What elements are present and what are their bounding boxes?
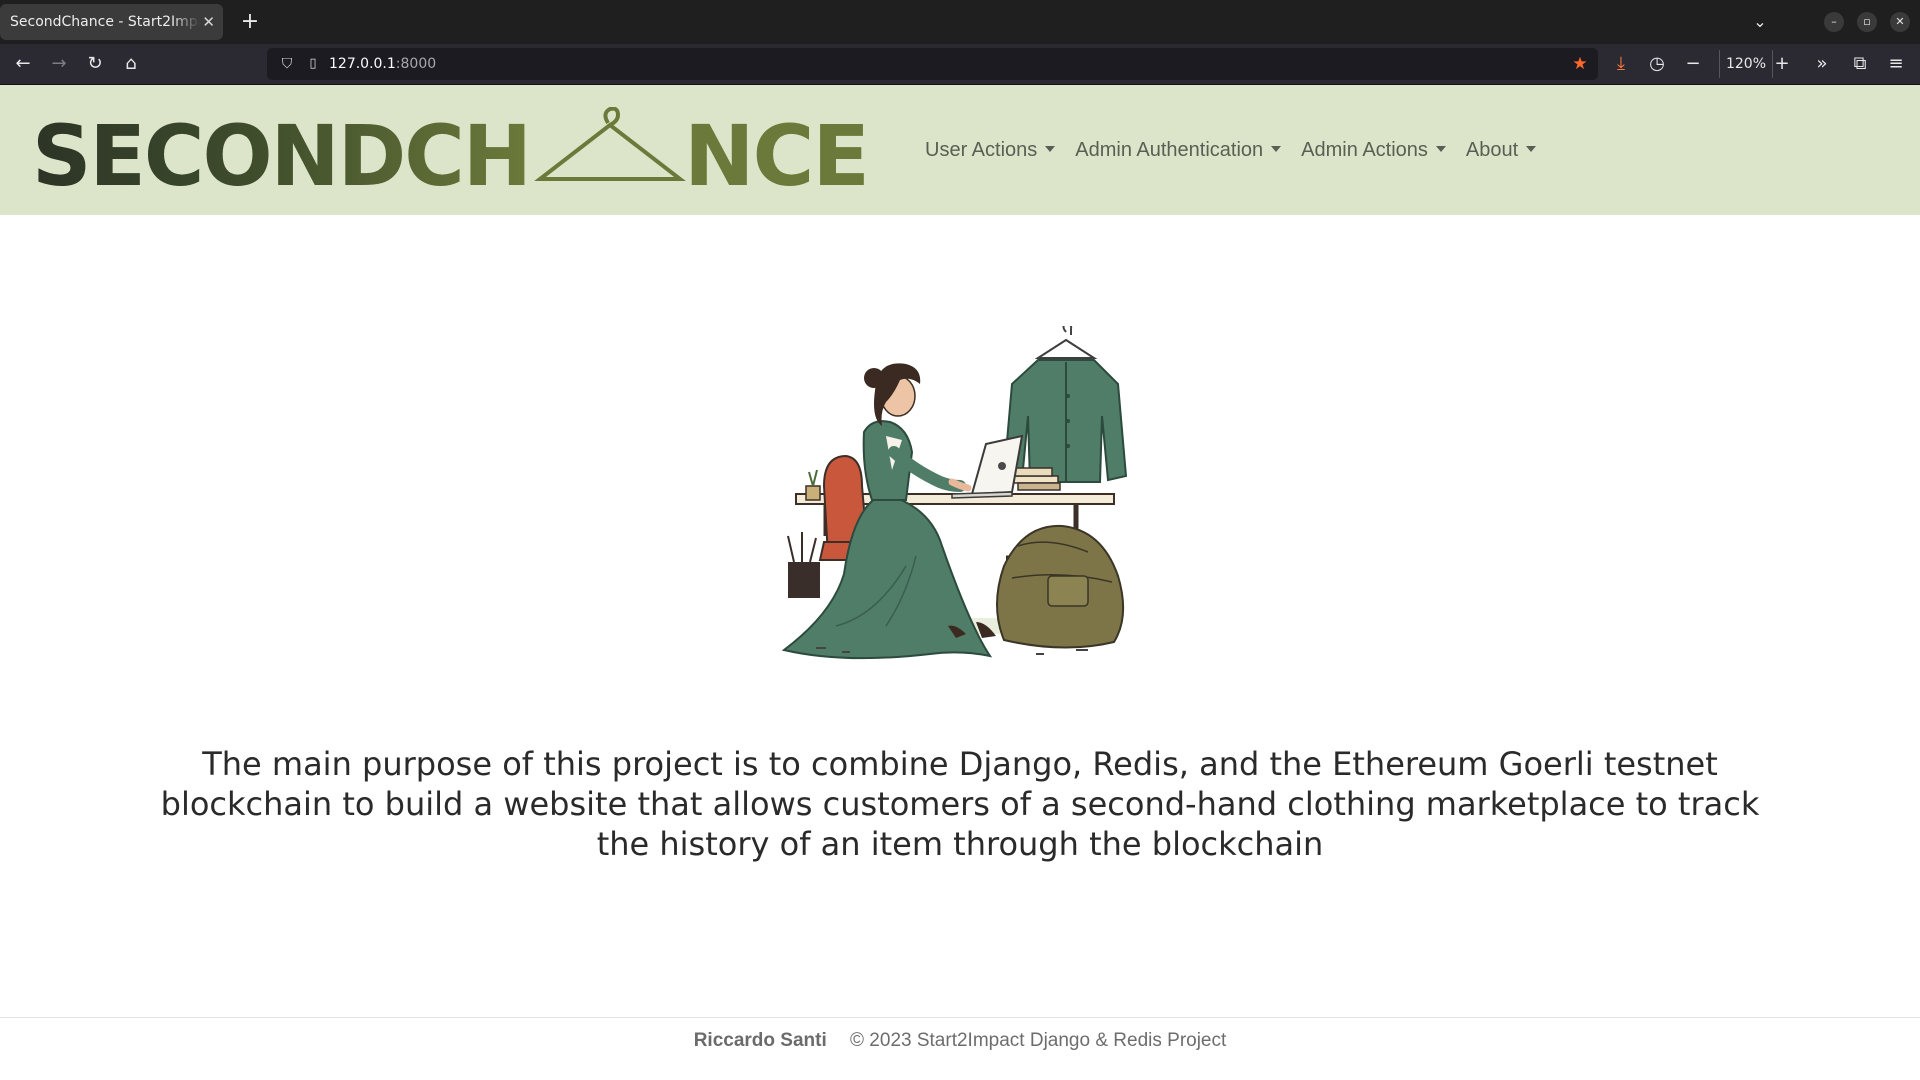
extensions-icon[interactable]: ⧉ [1846,50,1874,78]
main-menu: User Actions Admin Authentication Admin … [915,133,1546,167]
dropdown-caret-icon [1526,146,1537,152]
zoom-out-icon[interactable]: − [1679,50,1707,78]
back-icon[interactable]: ← [9,50,37,78]
close-window-button[interactable]: ✕ [1890,12,1910,32]
dropdown-caret-icon [1045,146,1056,152]
site-header: SECONDCH NCE User Actions Admin Authenti… [0,85,1920,215]
address-bar[interactable]: ⛉ ▯ 127.0.0.1:8000 ★ [267,48,1598,80]
project-purpose-text: The main purpose of this project is to c… [160,745,1760,863]
home-icon[interactable]: ⌂ [117,50,145,78]
svg-text:NCE: NCE [684,107,868,191]
bookmark-star-icon[interactable]: ★ [1568,52,1592,76]
footer-author: Riccardo Santi [693,1030,827,1051]
minimize-button[interactable]: – [1824,12,1844,32]
menu-admin-authentication[interactable]: Admin Authentication [1065,133,1291,167]
footer-content: Riccardo Santi © 2023 Start2Impact Djang… [0,1030,1920,1052]
tab-close-icon[interactable]: ✕ [202,4,215,40]
hanger-icon [534,107,686,181]
tab-list-chevron-icon[interactable]: ⌄ [1748,10,1772,34]
hero-illustration [781,326,1128,660]
tracking-shield-icon[interactable]: ⛉ [275,52,299,76]
dropdown-caret-icon [1435,146,1446,152]
zoom-in-icon[interactable]: + [1768,50,1796,78]
overflow-chevron-icon[interactable]: » [1808,50,1836,78]
url-port: :8000 [395,56,437,72]
hamburger-menu-icon[interactable]: ≡ [1882,50,1910,78]
menu-about[interactable]: About [1456,133,1546,167]
site-footer: Riccardo Santi © 2023 Start2Impact Djang… [0,1017,1920,1080]
history-icon[interactable]: ◷ [1643,50,1671,78]
browser-navigation-bar: ← → ↻ ⌂ ⛉ ▯ 127.0.0.1:8000 ★ ⤓ ◷ − 120% … [0,44,1920,85]
browser-tab[interactable]: SecondChance - Start2Impact ✕ [0,4,223,40]
menu-admin-actions[interactable]: Admin Actions [1291,133,1456,167]
zoom-level[interactable]: 120% [1719,50,1773,78]
download-icon[interactable]: ⤓ [1607,50,1635,78]
svg-text:SECONDCH: SECONDCH [32,107,530,191]
secondchance-logo[interactable]: SECONDCH NCE [32,107,870,191]
menu-user-actions[interactable]: User Actions [915,133,1065,167]
page-info-icon[interactable]: ▯ [301,52,325,76]
browser-tab-bar: SecondChance - Start2Impact ✕ + ⌄ – ▫ ✕ [0,0,1920,44]
forward-icon[interactable]: → [45,50,73,78]
url-text[interactable]: 127.0.0.1:8000 [329,48,436,80]
url-host: 127.0.0.1 [329,56,396,72]
dropdown-caret-icon [1271,146,1282,152]
footer-copyright: © 2023 Start2Impact Django & Redis Proje… [850,1030,1227,1051]
restore-button[interactable]: ▫ [1857,12,1877,32]
tab-title: SecondChance - Start2Impact [10,14,200,30]
reload-icon[interactable]: ↻ [81,50,109,78]
new-tab-button[interactable]: + [236,8,264,36]
